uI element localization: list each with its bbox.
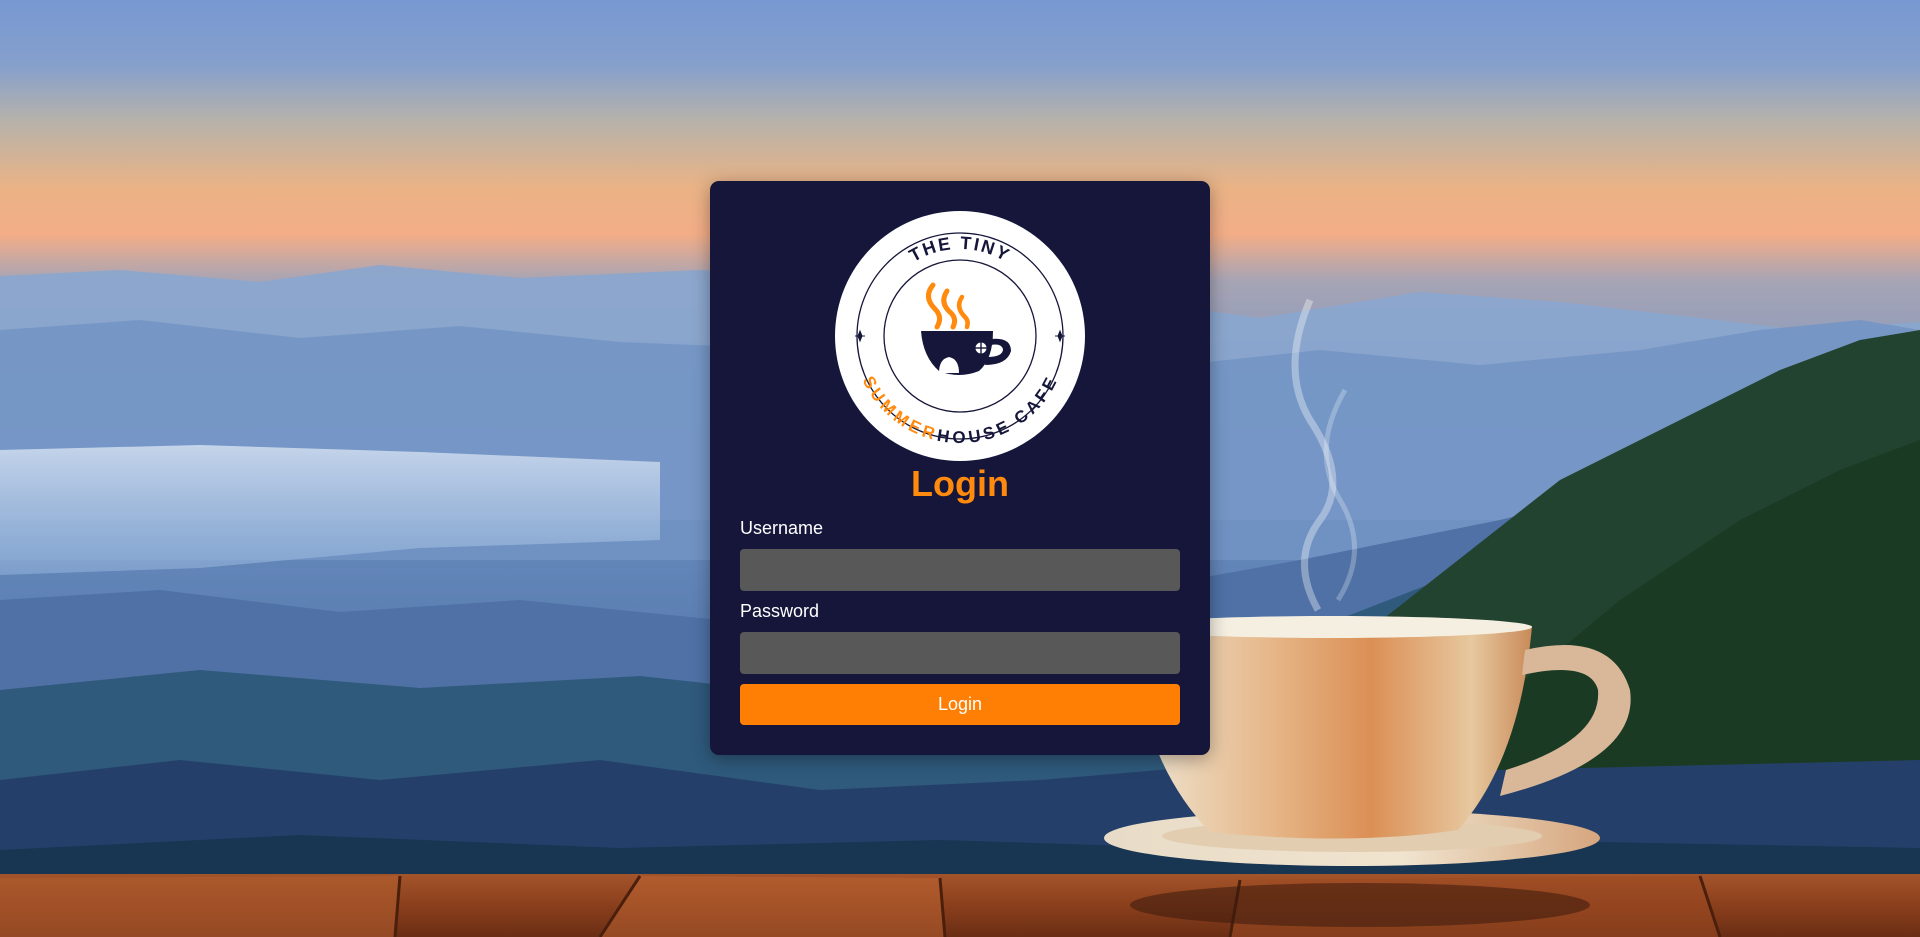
login-button[interactable]: Login — [740, 684, 1180, 725]
username-label: Username — [740, 518, 824, 538]
username-input[interactable] — [740, 549, 1180, 591]
login-title: Login — [911, 463, 1009, 504]
password-label: Password — [740, 601, 820, 621]
password-input[interactable] — [740, 632, 1180, 674]
cafe-logo: THE TINY SUMMERHOUSE CAFE — [835, 211, 1085, 461]
login-card: THE TINY SUMMERHOUSE CAFE Login Username… — [710, 181, 1210, 755]
